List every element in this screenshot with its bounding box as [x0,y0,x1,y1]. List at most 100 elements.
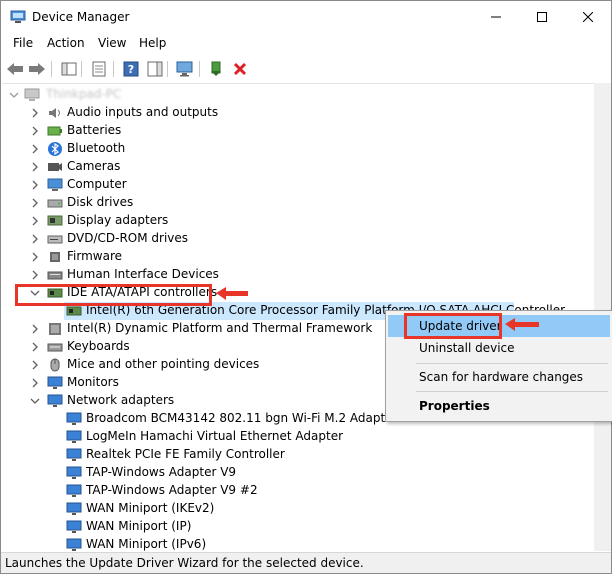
device-label: WAN Miniport (IKEv2) [86,501,215,515]
menu-uninstall-device[interactable]: Uninstall device [388,337,610,359]
tree-device-network-1[interactable]: LogMeIn Hamachi Virtual Ethernet Adapter [2,428,602,446]
status-bar: Launches the Update Driver Wizard for th… [1,552,611,573]
menu-file[interactable]: File [13,36,33,50]
menu-action[interactable]: Action [47,36,85,50]
dvd-drive-icon [47,235,63,244]
uninstall-toolbar-button[interactable] [230,59,250,79]
tree-category-disk-drives[interactable]: Disk drives [2,194,602,212]
scan-hardware-label: Scan for hardware changes [419,370,584,384]
chevron-right-icon[interactable] [29,323,41,335]
chevron-right-icon[interactable] [29,269,41,281]
monitor-scan-icon [176,61,193,77]
tree-category-audio-inputs-and-outputs[interactable]: Audio inputs and outputs [2,104,602,122]
chevron-down-icon[interactable] [29,395,41,407]
show-hide-tree-button[interactable] [59,59,79,79]
category-label: Mice and other pointing devices [67,357,260,371]
root-computer-name: Thinkpad-PC [46,87,122,101]
category-label: Human Interface Devices [67,267,219,281]
tree-category-dvd-cd-rom-drives[interactable]: DVD/CD-ROM drives [2,230,602,248]
tree-device-network-5[interactable]: WAN Miniport (IKEv2) [2,500,602,518]
menu-scan-hardware[interactable]: Scan for hardware changes [388,366,610,388]
tree-root[interactable]: Thinkpad-PC [2,86,602,104]
tree-category-computer[interactable]: Computer [2,176,602,194]
chevron-right-icon[interactable] [29,215,41,227]
network-adapter-icon [47,394,63,407]
tree-category-display-adapters[interactable]: Display adapters [2,212,602,230]
delete-x-icon [233,62,247,76]
chevron-right-icon[interactable] [29,341,41,353]
help-icon: ? [123,61,139,77]
annotation-arrow-ide [216,287,248,300]
maximize-button[interactable] [519,1,565,33]
category-label: Computer [67,177,127,191]
back-arrow-icon [7,63,23,75]
minimize-icon [491,16,501,18]
back-button[interactable] [5,59,25,79]
tree-category-batteries[interactable]: Batteries [2,122,602,140]
chevron-right-icon[interactable] [29,179,41,191]
device-label: Broadcom BCM43142 802.11 bgn Wi-Fi M.2 A… [86,411,398,425]
chevron-right-icon[interactable] [29,251,41,263]
bluetooth-icon [48,142,62,156]
battery-icon [47,126,62,136]
uninstall-device-label: Uninstall device [419,341,515,355]
forward-button[interactable] [27,59,47,79]
device-label: LogMeIn Hamachi Virtual Ethernet Adapter [86,429,344,443]
tree-category-human-interface-devices[interactable]: Human Interface Devices [2,266,602,284]
menu-view[interactable]: View [98,36,126,50]
device-label: WAN Miniport (IPv6) [86,537,207,551]
help-toolbar-button[interactable]: ? [121,59,141,79]
maximize-icon [537,12,547,22]
category-label: Audio inputs and outputs [67,105,219,119]
device-label: WAN Miniport (IP) [86,519,192,533]
status-text: Launches the Update Driver Wizard for th… [5,556,364,570]
annotation-arrow-update-driver [505,318,539,331]
update-driver-toolbar-button[interactable] [206,59,226,79]
title-bar[interactable]: Device Manager [1,1,611,33]
device-label: TAP-Windows Adapter V9 [86,465,237,479]
tree-category-firmware[interactable]: Firmware [2,248,602,266]
tree-category-cameras[interactable]: Cameras [2,158,602,176]
network-card-icon [66,538,82,551]
menu-properties[interactable]: Properties [388,395,610,417]
action-pane-icon [147,61,163,77]
category-label: Bluetooth [67,141,126,155]
properties-toolbar-button[interactable] [89,59,109,79]
chevron-right-icon[interactable] [29,359,41,371]
tree-device-network-7[interactable]: WAN Miniport (IPv6) [2,536,602,551]
chevron-right-icon[interactable] [29,233,41,245]
chevron-right-icon[interactable] [29,161,41,173]
tree-device-network-3[interactable]: TAP-Windows Adapter V9 [2,464,602,482]
action-pane-button[interactable] [145,59,165,79]
network-card-icon [66,520,82,533]
tree-device-network-6[interactable]: WAN Miniport (IP) [2,518,602,536]
update-driver-icon [211,61,221,76]
network-card-icon [66,466,82,479]
camera-icon [48,163,62,171]
close-button[interactable] [565,1,611,33]
tree-device-network-2[interactable]: Realtek PCIe FE Family Controller [2,446,602,464]
toolbar: ? [1,56,611,82]
chevron-right-icon[interactable] [29,125,41,137]
menu-help[interactable]: Help [139,36,166,50]
properties-label: Properties [419,399,490,413]
chevron-right-icon[interactable] [29,107,41,119]
chevron-right-icon[interactable] [29,377,41,389]
scan-hardware-button[interactable] [175,59,195,79]
collapse-chevron-icon[interactable] [8,89,20,101]
forward-arrow-icon [29,63,45,75]
close-icon [583,12,593,22]
category-label: Firmware [67,249,122,263]
computer-root-icon [24,88,40,101]
category-label: Keyboards [67,339,130,353]
tree-category-bluetooth[interactable]: Bluetooth [2,140,602,158]
device-label: TAP-Windows Adapter V9 #2 [86,483,258,497]
chevron-right-icon[interactable] [29,143,41,155]
minimize-button[interactable] [473,1,519,33]
category-label: Monitors [67,375,119,389]
context-menu: Update driver Uninstall device Scan for … [385,310,612,422]
tree-device-network-4[interactable]: TAP-Windows Adapter V9 #2 [2,482,602,500]
annotation-highlight-ide [15,284,212,306]
category-label: Batteries [67,123,122,137]
chevron-right-icon[interactable] [29,197,41,209]
